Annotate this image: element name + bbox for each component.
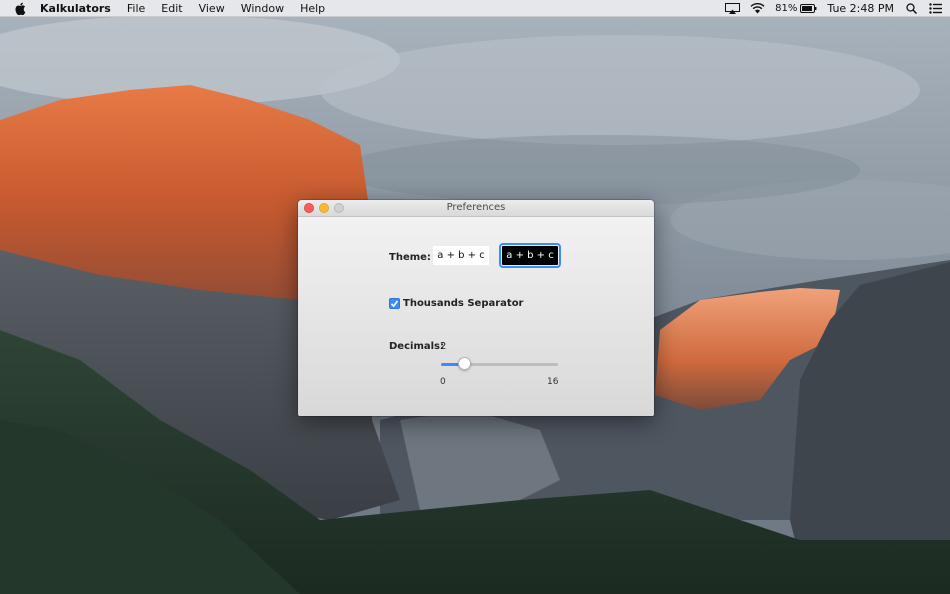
decimals-slider-thumb[interactable]	[458, 357, 471, 370]
close-button[interactable]	[304, 203, 314, 213]
thousands-separator-label[interactable]: Thousands Separator	[403, 298, 524, 309]
apple-icon[interactable]	[14, 2, 26, 15]
clock[interactable]: Tue 2:48 PM	[827, 0, 894, 17]
decimals-label: Decimals:	[389, 341, 444, 352]
slider-min-label: 0	[440, 377, 446, 387]
theme-label: Theme:	[389, 252, 431, 263]
desktop: Kalkulators File Edit View Window Help 8…	[0, 0, 950, 594]
notification-center-icon[interactable]	[929, 2, 942, 14]
menu-edit[interactable]: Edit	[153, 0, 190, 17]
thousands-separator-checkbox[interactable]	[389, 298, 400, 309]
battery-icon[interactable]	[800, 3, 817, 13]
theme-option-dark[interactable]: a + b + c	[499, 243, 561, 268]
menu-file[interactable]: File	[119, 0, 153, 17]
preferences-window: Preferences Theme: a + b + c a + b + c T…	[298, 200, 654, 416]
wifi-icon[interactable]	[750, 2, 765, 14]
minimize-button[interactable]	[319, 203, 329, 213]
window-titlebar[interactable]: Preferences	[298, 200, 654, 217]
menu-bar: Kalkulators File Edit View Window Help 8…	[0, 0, 950, 17]
slider-max-label: 16	[547, 377, 559, 387]
spotlight-icon[interactable]	[906, 2, 917, 14]
airplay-icon[interactable]	[725, 2, 741, 14]
preferences-content: Theme: a + b + c a + b + c Thousands Sep…	[298, 217, 654, 416]
menu-help[interactable]: Help	[292, 0, 333, 17]
window-title: Preferences	[446, 202, 506, 213]
checkmark-icon	[390, 300, 399, 308]
theme-option-light[interactable]: a + b + c	[433, 246, 489, 265]
zoom-button	[334, 203, 344, 213]
decimals-value: 2	[440, 341, 447, 352]
menu-window[interactable]: Window	[233, 0, 292, 17]
battery-percent[interactable]: 81%	[775, 0, 797, 17]
menu-view[interactable]: View	[191, 0, 233, 17]
menu-app-name[interactable]: Kalkulators	[40, 0, 119, 17]
